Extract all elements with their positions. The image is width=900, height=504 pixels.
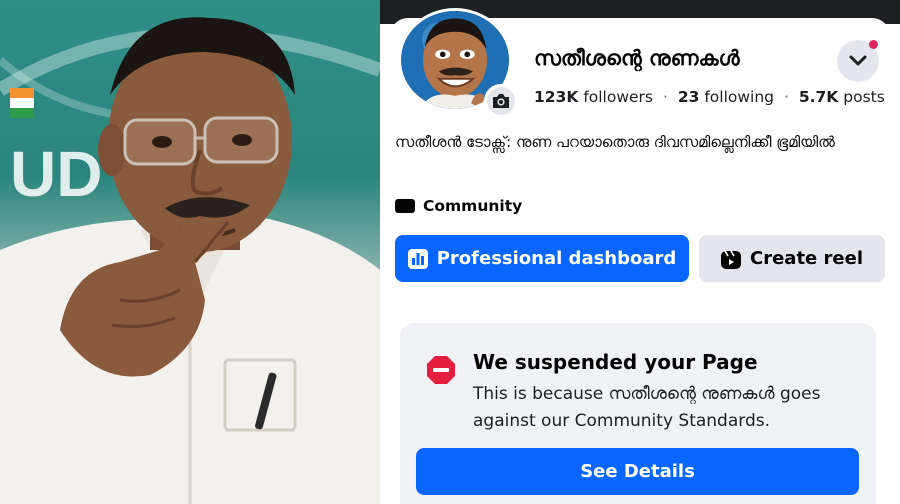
posts-label: posts [843, 88, 885, 106]
following-count[interactable]: 23 [678, 88, 700, 106]
dashboard-chart-icon [407, 248, 428, 269]
posts-count: 5.7K [798, 88, 839, 106]
reel-icon [721, 249, 741, 269]
followers-label[interactable]: followers [583, 88, 653, 106]
page-category-icon [395, 198, 415, 214]
news-photo: UD [0, 0, 380, 504]
stats-separator: · [662, 88, 668, 106]
no-entry-icon [426, 355, 456, 389]
camera-icon[interactable] [484, 84, 518, 118]
page-stats: 123K followers · 23 following · 5.7K pos… [534, 88, 885, 106]
following-label[interactable]: following [704, 88, 774, 106]
create-reel-button[interactable]: Create reel [699, 235, 885, 282]
page-title: സതീശന്റെ നുണകൾ [534, 46, 740, 70]
professional-dashboard-button[interactable]: Professional dashboard [395, 235, 689, 282]
suspension-notice-card: We suspended your Page This is because സ… [400, 323, 876, 504]
dashboard-label: Professional dashboard [436, 248, 677, 269]
suspension-message: This is because സതീശന്റെ നുണകൾ goes agai… [473, 384, 821, 431]
category-label: Community [423, 197, 523, 215]
backdrop-text: UD [10, 138, 102, 210]
chevron-down-icon [849, 55, 867, 66]
stats-separator: · [783, 88, 789, 106]
suspension-title: We suspended your Page [473, 350, 758, 374]
see-details-button[interactable]: See Details [416, 448, 859, 495]
politician-photo-illustration: UD [0, 17, 380, 504]
followers-count[interactable]: 123K [534, 88, 578, 106]
page-bio: സതീശൻ ടോക്സ്: നുണ പറയാതൊരു ദിവസമില്ലെനിക… [395, 133, 835, 151]
notification-dot [869, 40, 878, 49]
facebook-page-profile: സതീശന്റെ നുണകൾ 123K followers · 23 follo… [380, 0, 900, 504]
page-category: Community [395, 197, 522, 215]
reel-label: Create reel [750, 248, 863, 269]
